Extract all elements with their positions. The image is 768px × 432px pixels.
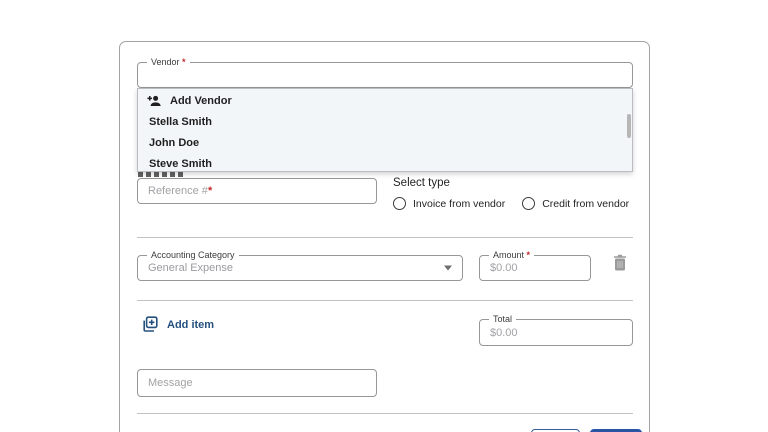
add-item-label: Add item — [167, 318, 215, 331]
amount-label: Amount * — [489, 250, 535, 261]
dropdown-item-label: John Doe — [149, 136, 200, 149]
dropdown-item-label: Steve Smith — [149, 157, 212, 170]
dropdown-item-label: Stella Smith — [149, 115, 212, 128]
total-placeholder: $0.00 — [490, 326, 518, 339]
amount-input[interactable]: Amount * $0.00 — [479, 250, 591, 281]
radio-invoice-label: Invoice from vendor — [413, 197, 506, 210]
dropdown-scrollbar[interactable] — [627, 114, 631, 138]
vendor-dropdown-menu: Add Vendor Stella Smith John Doe Steve S… — [137, 88, 633, 172]
message-input[interactable]: Message — [137, 369, 377, 397]
radio-invoice-from-vendor[interactable] — [393, 197, 406, 210]
dropdown-item-steve-smith[interactable]: Steve Smith — [138, 153, 632, 174]
total-input[interactable]: Total $0.00 — [479, 314, 633, 346]
divider — [137, 413, 633, 414]
add-item-icon — [143, 316, 158, 332]
dropdown-item-label: Add Vendor — [170, 94, 232, 107]
radio-credit-from-vendor[interactable] — [522, 197, 536, 210]
person-add-icon — [147, 95, 161, 107]
accounting-category-label: Accounting Category — [147, 250, 239, 261]
dropdown-item-stella-smith[interactable]: Stella Smith — [138, 111, 632, 132]
delete-line-item-button[interactable] — [612, 254, 628, 272]
reference-placeholder: Reference #* — [148, 185, 213, 197]
accounting-category-value: General Expense — [148, 262, 233, 274]
vendor-input[interactable]: Vendor * — [137, 57, 633, 88]
select-type-group: Select type Invoice from vendor Credit f… — [393, 177, 629, 210]
total-label: Total — [489, 314, 517, 325]
divider — [137, 300, 633, 301]
radio-credit-label: Credit from vendor — [542, 197, 630, 210]
dropdown-item-john-doe[interactable]: John Doe — [138, 132, 632, 153]
chevron-down-icon — [444, 265, 452, 271]
vendor-label: Vendor * — [147, 57, 190, 68]
bill-form-dialog: Vendor * Add Vendor Stella Smith John Do… — [119, 41, 650, 432]
accounting-category-select[interactable]: Accounting Category General Expense — [137, 250, 463, 281]
dropdown-item-add-vendor[interactable]: Add Vendor — [138, 90, 632, 111]
reference-input[interactable]: Reference #* — [137, 178, 377, 204]
message-placeholder: Message — [148, 377, 193, 389]
select-type-label: Select type — [393, 177, 450, 189]
divider — [137, 237, 633, 238]
trash-icon — [613, 254, 627, 271]
amount-placeholder: $0.00 — [490, 262, 518, 274]
page: Vendor * Add Vendor Stella Smith John Do… — [0, 0, 768, 432]
add-item-button[interactable]: Add item — [141, 316, 214, 333]
